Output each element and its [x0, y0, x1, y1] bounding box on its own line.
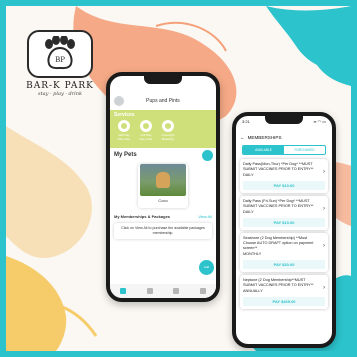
- chat-icon[interactable]: [173, 288, 180, 294]
- services-section: Services Half Day Day Care Full Day Day …: [110, 110, 216, 148]
- promo-canvas: BP BAR-K PARK stay · play · drink Pups a…: [6, 6, 351, 351]
- membership-card[interactable]: Seashore (2 Dog Membership) **Must Choos…: [240, 233, 328, 272]
- home-header: Pups and Pints: [110, 92, 216, 110]
- pet-photo: [140, 164, 186, 196]
- brand-name: BAR-K PARK: [26, 81, 94, 91]
- home-icon[interactable]: [120, 288, 127, 294]
- page-title: MEMBERSHIPS: [247, 134, 282, 140]
- memberships-row: My Memberships & Packages View All: [110, 208, 216, 221]
- view-all-link[interactable]: View All: [198, 214, 212, 219]
- avatar[interactable]: [114, 96, 124, 106]
- back-arrow-icon[interactable]: ←: [240, 135, 245, 140]
- status-icons: ▪▪ ◠ ▭: [313, 119, 326, 124]
- daycare-icon: [118, 120, 130, 132]
- tab-purchased[interactable]: PURCHASED: [284, 146, 325, 154]
- tab-bar: [110, 284, 216, 298]
- service-full-day[interactable]: Full Day Day Care: [138, 120, 154, 141]
- home-phone: Pups and Pints Services Half Day Day Car…: [106, 72, 220, 302]
- membership-card[interactable]: Neptune (2 Dog Membership**MUST SUBMIT V…: [240, 275, 328, 309]
- add-pet-button[interactable]: [202, 150, 213, 161]
- app-title: Pups and Pints: [146, 98, 180, 104]
- memberships-heading: My Memberships & Packages: [114, 214, 171, 219]
- services-label: Services: [114, 112, 135, 118]
- paw-logo-badge: BP: [27, 30, 93, 78]
- pet-card[interactable]: Coco: [138, 164, 188, 208]
- service-half-day[interactable]: Half Day Day Care: [116, 120, 132, 141]
- phone-notch: [144, 76, 182, 84]
- pay-button[interactable]: PAY $15.00: [243, 218, 325, 227]
- membership-tabs: AVAILABLE PURCHASED: [242, 145, 326, 155]
- service-boarding[interactable]: Overnight Boarding: [160, 120, 176, 141]
- memberships-phone: 3:21 ▪▪ ◠ ▭ ← MEMBERSHIPS AVAILABLE PURC…: [232, 112, 336, 348]
- membership-card[interactable]: Daily Pass(Mon-Thur) *Per Dog* **MUST SU…: [240, 159, 328, 193]
- membership-card[interactable]: Daily Pass (Fri-Sun) *Per Dog* **MUST SU…: [240, 196, 328, 230]
- phone-notch: [265, 116, 303, 124]
- floating-action-button[interactable]: Add: [199, 260, 214, 275]
- my-pets-heading: My Pets: [110, 148, 216, 162]
- memberships-header: ← MEMBERSHIPS: [236, 131, 332, 143]
- pet-name: Coco: [158, 198, 168, 203]
- promo-frame: BP BAR-K PARK stay · play · drink Pups a…: [0, 0, 357, 357]
- calendar-icon[interactable]: [146, 288, 153, 294]
- chevron-right-icon: ›: [323, 285, 325, 291]
- svg-text:BP: BP: [55, 56, 65, 64]
- profile-icon[interactable]: [199, 288, 206, 294]
- status-time: 3:21: [242, 119, 250, 124]
- tab-available[interactable]: AVAILABLE: [243, 146, 284, 154]
- chevron-right-icon: ›: [323, 169, 325, 175]
- chevron-right-icon: ›: [323, 206, 325, 212]
- boarding-icon: [162, 120, 174, 132]
- chevron-right-icon: ›: [323, 243, 325, 249]
- memberships-message: Click on View All to purchase the availa…: [114, 223, 212, 239]
- pay-button[interactable]: PAY $30.00: [243, 260, 325, 269]
- paw-icon: BP: [45, 36, 75, 70]
- pay-button[interactable]: PAY $465.00: [243, 297, 325, 306]
- brand-tagline: stay · play · drink: [38, 91, 82, 97]
- brand-logo: BP BAR-K PARK stay · play · drink: [26, 30, 94, 106]
- daycare-icon: [140, 120, 152, 132]
- pay-button[interactable]: PAY $10.00: [243, 181, 325, 190]
